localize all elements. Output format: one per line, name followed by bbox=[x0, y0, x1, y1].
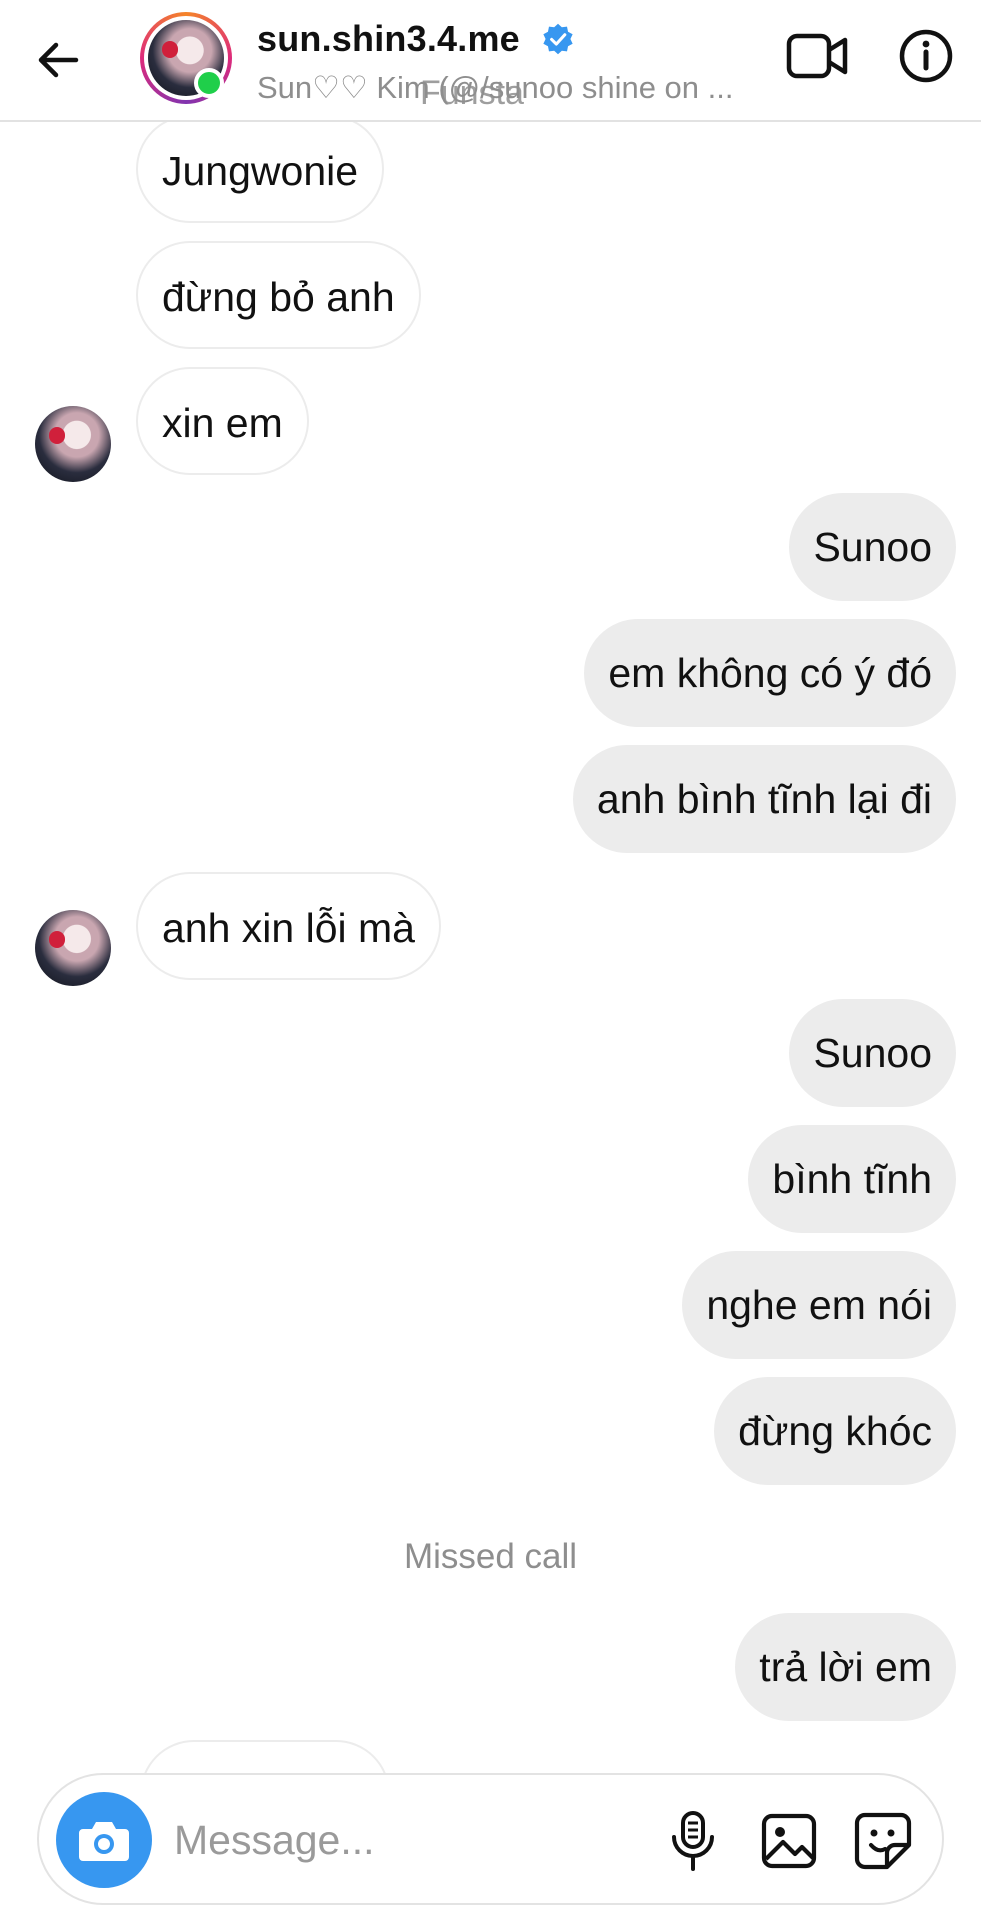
message-bubble-outgoing[interactable]: đừng khóc bbox=[714, 1377, 956, 1485]
gallery-button[interactable] bbox=[757, 1809, 821, 1873]
chat-username[interactable]: sun.shin3.4.me bbox=[257, 18, 520, 60]
message-input[interactable] bbox=[174, 1805, 654, 1875]
voice-message-button[interactable] bbox=[663, 1809, 723, 1873]
missed-call-notice: Missed call bbox=[403, 1537, 578, 1576]
message-bubble-outgoing[interactable]: em không có ý đó bbox=[584, 619, 956, 727]
message-composer bbox=[37, 1773, 944, 1905]
message-bubble-incoming[interactable]: anh xin lỗi mà bbox=[136, 872, 441, 980]
message-bubble-incoming[interactable]: đừng bỏ anh bbox=[136, 241, 421, 349]
chat-subtitle: Sun♡♡ Kim (@/sunoo shine on ... bbox=[257, 70, 734, 105]
message-bubble-incoming[interactable]: xin em bbox=[136, 367, 309, 475]
sticker-icon bbox=[854, 1812, 912, 1870]
message-bubble-outgoing[interactable]: Sunoo bbox=[789, 493, 956, 601]
message-bubble-outgoing[interactable]: nghe em nói bbox=[682, 1251, 956, 1359]
online-status-dot bbox=[194, 68, 224, 98]
watermark-overlay: Funsta bbox=[420, 74, 524, 112]
microphone-icon bbox=[672, 1811, 714, 1871]
message-bubble-outgoing[interactable]: trả lời em bbox=[735, 1613, 956, 1721]
message-bubble-outgoing[interactable]: bình tĩnh bbox=[748, 1125, 956, 1233]
message-bubble-outgoing[interactable]: anh bình tĩnh lại đi bbox=[572, 745, 956, 853]
verified-badge-icon bbox=[543, 23, 573, 55]
arrow-left-icon bbox=[38, 42, 79, 78]
info-button[interactable] bbox=[896, 26, 956, 86]
video-call-icon bbox=[786, 33, 848, 79]
message-bubble-incoming[interactable]: Jungwonie bbox=[136, 115, 385, 223]
sender-avatar[interactable] bbox=[35, 406, 111, 482]
info-icon bbox=[899, 29, 953, 83]
chat-header: sun.shin3.4.me Sun♡♡ Kim (@/sunoo shine … bbox=[0, 0, 981, 122]
sticker-button[interactable] bbox=[851, 1809, 915, 1873]
video-call-button[interactable] bbox=[785, 28, 849, 84]
back-button[interactable] bbox=[28, 30, 88, 90]
camera-button[interactable] bbox=[56, 1792, 152, 1888]
camera-icon bbox=[79, 1822, 129, 1861]
image-icon bbox=[761, 1813, 817, 1869]
message-bubble-outgoing[interactable]: Sunoo bbox=[789, 999, 956, 1107]
sender-avatar[interactable] bbox=[35, 910, 111, 986]
